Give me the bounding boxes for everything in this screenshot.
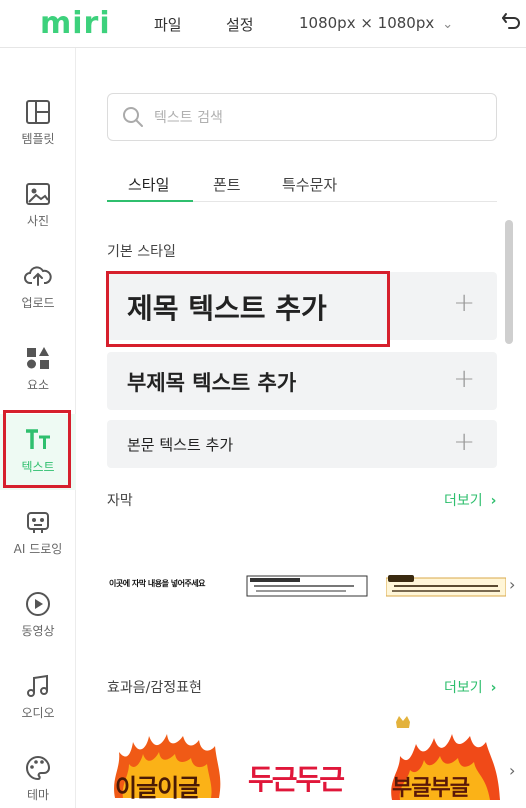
caption-sample-text: 이곳에 자막 내용을 넣어주세요	[109, 579, 206, 588]
chevron-down-icon: ⌄	[442, 17, 454, 32]
subtitle-text-label: 부제목 텍스트 추가	[127, 371, 297, 395]
menu-file[interactable]: 파일	[154, 14, 182, 35]
sidebar-item-label: AI 드로잉	[13, 542, 63, 556]
top-bar: miri 파일 설정 1080px × 1080px ⌄	[0, 0, 526, 48]
sound-effect-text: 이글이글	[115, 774, 200, 802]
captions-more-link[interactable]: 더보기 ›	[444, 490, 496, 510]
add-subtitle-text-button[interactable]: 부제목 텍스트 추가 +	[107, 352, 497, 410]
more-label: 더보기	[444, 680, 483, 696]
chevron-right-icon[interactable]: ›	[509, 575, 515, 594]
plus-icon: +	[453, 364, 475, 394]
title-highlight-box	[106, 271, 390, 347]
panel-scrollbar[interactable]	[505, 220, 513, 344]
canvas-size-select[interactable]: 1080px × 1080px ⌄	[299, 14, 453, 32]
sidebar-item-label: 사진	[26, 214, 50, 228]
sidebar-item-templates[interactable]: 템플릿	[0, 86, 76, 162]
active-tab-indicator	[107, 200, 193, 202]
plus-icon: +	[453, 427, 475, 457]
sound-effect-fire-2[interactable]: 부글부글	[386, 716, 508, 802]
sidebar-item-label: 오디오	[21, 706, 55, 720]
sidebar-text-highlight-box	[3, 410, 71, 488]
music-note-icon	[27, 674, 48, 697]
image-icon	[26, 183, 50, 205]
layout-icon	[26, 100, 50, 124]
shapes-icon	[27, 347, 49, 369]
text-panel: 스타일 폰트 특수문자 기본 스타일 제목 텍스트 추가 + 부제목 텍스트 추…	[76, 48, 526, 808]
caption-template-3[interactable]	[385, 574, 507, 598]
tab-special-characters[interactable]: 특수문자	[282, 174, 337, 195]
canvas-size-value: 1080px × 1080px	[299, 14, 435, 32]
search-input[interactable]	[154, 106, 474, 130]
sidebar-item-audio[interactable]: 오디오	[0, 660, 76, 736]
play-icon	[26, 592, 50, 616]
chevron-right-icon[interactable]: ›	[509, 761, 515, 780]
chevron-right-icon: ›	[490, 680, 497, 696]
sidebar-item-photos[interactable]: 사진	[0, 168, 76, 244]
sidebar-item-video[interactable]: 동영상	[0, 578, 76, 654]
sound-effect-text: 부글부글	[392, 776, 470, 801]
sidebar-item-elements[interactable]: 요소	[0, 332, 76, 408]
tab-style[interactable]: 스타일	[128, 174, 169, 195]
sound-effect-text: 두근두근	[248, 763, 345, 796]
sidebar-item-label: 동영상	[21, 624, 55, 638]
more-label: 더보기	[444, 493, 483, 509]
miri-logo[interactable]: miri	[40, 6, 111, 41]
add-body-text-button[interactable]: 본문 텍스트 추가 +	[107, 420, 497, 468]
section-captions-label: 자막	[107, 493, 133, 509]
caption-template-1[interactable]: 이곳에 자막 내용을 넣어주세요	[107, 574, 227, 596]
sidebar-item-label: 테마	[26, 788, 50, 802]
menu-settings[interactable]: 설정	[226, 14, 254, 35]
section-basic-styles-label: 기본 스타일	[107, 244, 176, 260]
sidebar-item-label: 업로드	[21, 296, 55, 310]
sidebar-item-label: 템플릿	[21, 132, 55, 146]
sound-effect-fire-1[interactable]: 이글이글	[107, 732, 227, 802]
sidebar-item-ai-drawing[interactable]: AI 드로잉	[0, 496, 76, 572]
caption-template-2[interactable]	[246, 574, 368, 598]
sound-effect-heartbeat[interactable]: 두근두근	[244, 748, 368, 802]
palette-icon	[26, 755, 51, 781]
sidebar-item-upload[interactable]: 업로드	[0, 250, 76, 326]
section-sound-effects-label: 효과음/감정표현	[107, 680, 202, 696]
sound-effects-more-link[interactable]: 더보기 ›	[444, 677, 496, 697]
tab-bar: 스타일 폰트 특수문자	[107, 168, 497, 202]
search-icon	[123, 107, 143, 127]
search-box[interactable]	[107, 93, 497, 141]
tab-font[interactable]: 폰트	[213, 174, 241, 195]
undo-icon[interactable]	[500, 10, 524, 34]
plus-icon: +	[453, 288, 475, 318]
sidebar-item-theme[interactable]: 테마	[0, 742, 76, 808]
sidebar-item-label: 요소	[26, 378, 50, 392]
ai-robot-icon	[27, 512, 49, 533]
upload-cloud-icon	[24, 266, 52, 286]
chevron-right-icon: ›	[490, 493, 497, 509]
body-text-label: 본문 텍스트 추가	[127, 436, 234, 454]
